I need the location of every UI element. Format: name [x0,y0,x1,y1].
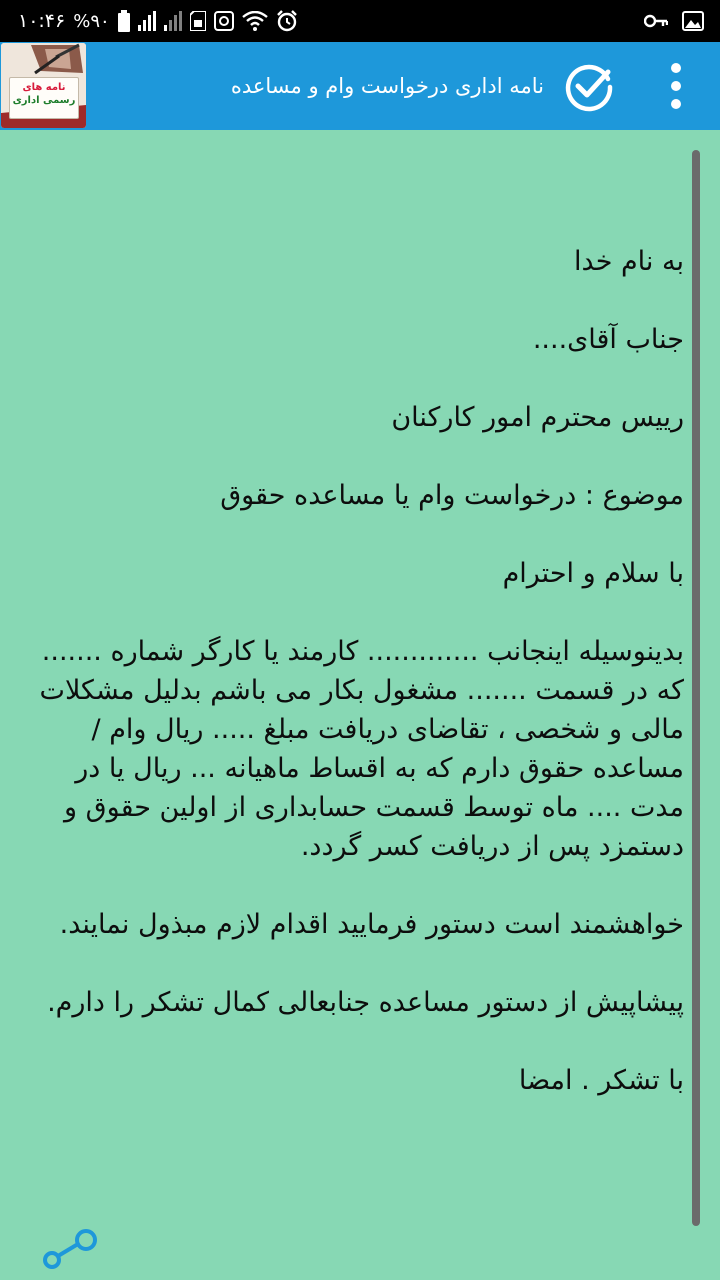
logo-line2: رسمی اداری [12,95,76,106]
letter-thanks: پیشاپیش از دستور مساعده جنابعالی کمال تش… [47,987,684,1018]
logo-line1: نامه های [22,82,66,93]
app-bar: نامه های رسمی اداری نامه اداری درخواست و… [0,42,720,130]
check-circle-icon[interactable] [564,62,614,112]
logo-label: نامه های رسمی اداری [9,77,79,119]
letter-content: به نام خدا جناب آقای.... رییس محترم امور… [38,152,684,1232]
letter-salutation: جناب آقای.... [532,324,684,355]
more-vert-icon[interactable] [656,59,696,113]
battery-icon [117,10,130,32]
app-title: نامه اداری درخواست وام و مساعده [230,74,544,98]
app-logo: نامه های رسمی اداری [1,43,86,128]
key-icon [644,14,668,28]
sim-icon [189,11,206,31]
data-saver-icon [213,11,234,31]
letter-body: بدینوسیله اینجانب ............. کارمند ی… [39,636,684,862]
scrollbar[interactable] [692,150,700,1226]
letter-opening: با سلام و احترام [502,558,684,589]
signal-icon [137,11,156,31]
status-time: ۱۰:۴۶ [18,10,66,32]
letter-subject: موضوع : درخواست وام یا مساعده حقوق [220,480,684,511]
letter-position: رییس محترم امور کارکنان [391,402,684,433]
battery-percent: %۹۰ [73,10,110,32]
status-left: ۱۰:۴۶ %۹۰ [18,0,298,42]
signal-icon [163,11,182,31]
status-right [644,0,704,42]
status-bar: ۱۰:۴۶ %۹۰ [0,0,720,42]
image-icon [682,11,704,31]
letter-text: به نام خدا جناب آقای.... رییس محترم امور… [38,152,684,1100]
letter-closing: با تشکر . امضا [518,1065,684,1096]
letter-greeting: به نام خدا [574,246,684,277]
wifi-icon [241,11,268,31]
share-icon[interactable] [42,1226,100,1270]
alarm-icon [276,10,297,32]
letter-request: خواهشمند است دستور فرمایید اقدام لازم مب… [59,909,684,940]
